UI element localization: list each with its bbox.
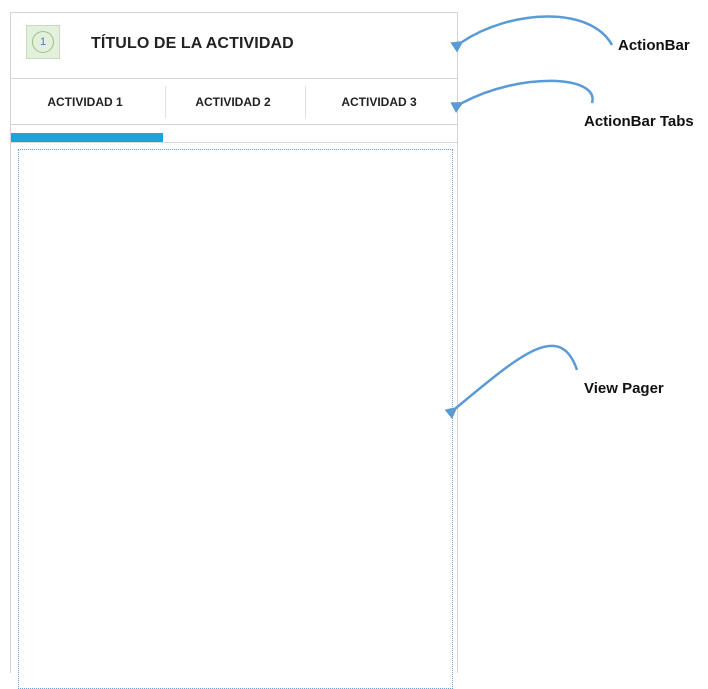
label-actionbar: ActionBar [618, 37, 690, 54]
label-actionbar-tabs: ActionBar Tabs [584, 113, 694, 130]
annotation-arrows [444, 15, 614, 419]
viewpager-arrow [444, 344, 579, 419]
actionbar-arrow [450, 15, 614, 53]
label-view-pager: View Pager [584, 380, 664, 397]
tabs-arrow [450, 79, 594, 114]
